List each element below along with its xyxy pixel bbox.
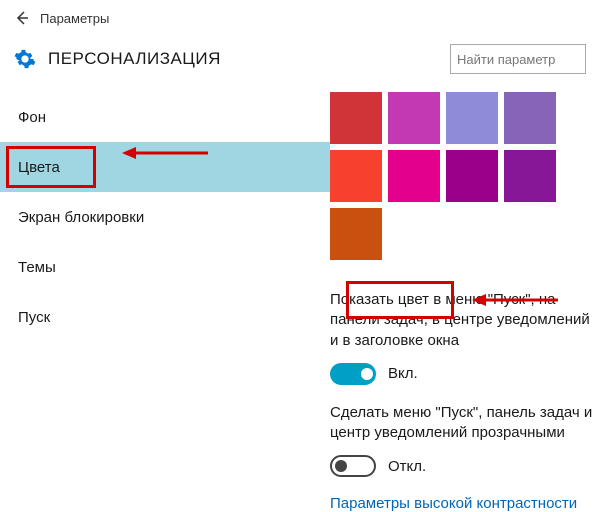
color-swatch[interactable] (446, 92, 498, 144)
toggle-transparency[interactable] (330, 455, 376, 477)
toggle-row: Откл. (330, 455, 600, 477)
color-swatch[interactable] (388, 150, 440, 202)
arrow-left-icon (14, 10, 30, 26)
sidebar: Фон Цвета Экран блокировки Темы Пуск (0, 92, 330, 506)
color-swatch[interactable] (330, 92, 382, 144)
color-swatch[interactable] (388, 92, 440, 144)
gear-icon (14, 48, 36, 70)
search-input[interactable]: Найти параметр (450, 44, 586, 74)
header-left: ПЕРСОНАЛИЗАЦИЯ (14, 48, 221, 70)
setting-label: Сделать меню "Пуск", панель задач и цент… (330, 403, 600, 444)
sidebar-item-themes[interactable]: Темы (0, 242, 330, 292)
setting-label: Показать цвет в меню "Пуск", на панели з… (330, 290, 600, 351)
sidebar-item-label: Фон (18, 109, 46, 126)
sidebar-item-label: Темы (18, 259, 56, 276)
toggle-knob (335, 460, 347, 472)
sidebar-item-background[interactable]: Фон (0, 92, 330, 142)
back-button[interactable] (8, 4, 36, 32)
page-title: ПЕРСОНАЛИЗАЦИЯ (48, 49, 221, 69)
main-panel: Показать цвет в меню "Пуск", на панели з… (330, 92, 600, 506)
color-swatch[interactable] (330, 208, 382, 260)
color-swatch-row-last (330, 208, 600, 260)
toggle-state-label: Откл. (388, 458, 426, 475)
toggle-knob (361, 368, 373, 380)
setting-transparency: Сделать меню "Пуск", панель задач и цент… (330, 403, 600, 478)
high-contrast-link[interactable]: Параметры высокой контрастности (330, 495, 600, 512)
sidebar-item-label: Пуск (18, 309, 50, 326)
toggle-state-label: Вкл. (388, 365, 418, 382)
color-swatch[interactable] (504, 150, 556, 202)
setting-show-color: Показать цвет в меню "Пуск", на панели з… (330, 290, 600, 385)
sidebar-item-start[interactable]: Пуск (0, 292, 330, 342)
sidebar-item-lockscreen[interactable]: Экран блокировки (0, 192, 330, 242)
color-swatch[interactable] (504, 92, 556, 144)
header: ПЕРСОНАЛИЗАЦИЯ Найти параметр (0, 36, 600, 92)
toggle-show-color[interactable] (330, 363, 376, 385)
content: Фон Цвета Экран блокировки Темы Пуск (0, 92, 600, 506)
title-bar: Параметры (0, 0, 600, 36)
color-swatch[interactable] (446, 150, 498, 202)
color-swatch-grid (330, 92, 590, 202)
sidebar-item-label: Экран блокировки (18, 209, 144, 226)
color-swatch[interactable] (330, 150, 382, 202)
toggle-row: Вкл. (330, 363, 600, 385)
sidebar-item-label: Цвета (18, 159, 60, 176)
search-placeholder: Найти параметр (457, 52, 555, 67)
sidebar-item-colors[interactable]: Цвета (0, 142, 330, 192)
window-title: Параметры (40, 11, 109, 26)
